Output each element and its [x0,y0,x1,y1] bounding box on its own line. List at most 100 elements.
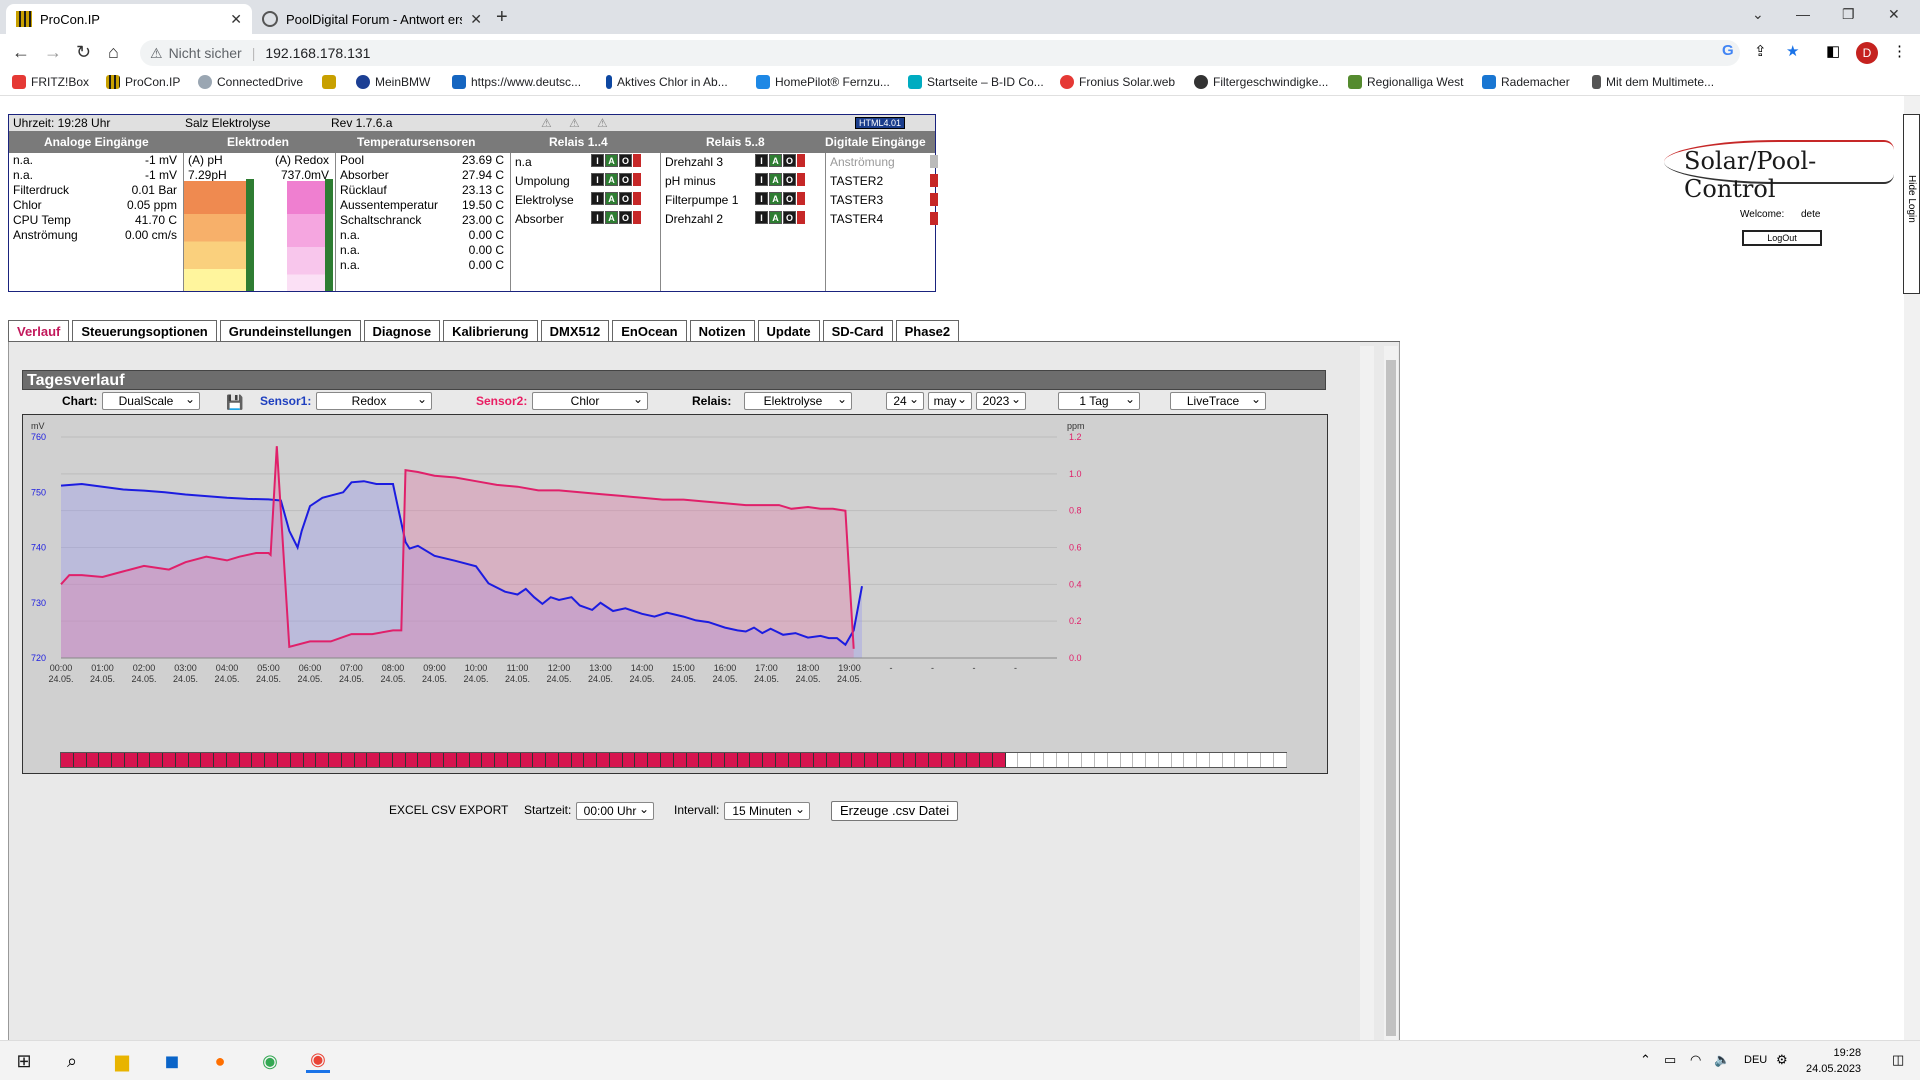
bookmark-item[interactable]: Aktives Chlor in Ab... [606,75,728,89]
url-bar[interactable]: ⚠ Nicht sicher | 192.168.178.131 [140,40,1740,66]
month-select[interactable]: may [928,391,972,410]
windows-start-icon[interactable]: ⊞ [12,1049,36,1073]
close-window-icon[interactable]: ✕ [1888,6,1900,23]
close-icon[interactable]: ✕ [470,11,482,28]
language-indicator[interactable]: DEU [1744,1054,1767,1066]
browser-tab-forum[interactable]: PoolDigital Forum - Antwort erst ✕ [252,4,492,34]
bookmark-item[interactable]: MeinBMW [356,75,430,89]
relay-off-button[interactable]: O [619,154,632,167]
content-scrollbar[interactable] [1384,346,1398,1040]
relay-on-button[interactable]: I [591,211,604,224]
create-csv-button[interactable]: Erzeuge .csv Datei [831,801,959,821]
back-icon[interactable]: ← [12,42,30,63]
relay-auto-button[interactable]: A [769,211,782,224]
chrome-active-icon[interactable]: ◉ [306,1049,330,1073]
relay-on-button[interactable]: I [591,154,604,167]
firefox-icon[interactable]: ● [208,1049,232,1073]
reload-icon[interactable]: ↻ [76,42,91,63]
tab-update[interactable]: Update [757,320,820,342]
bookmark-item[interactable]: https://www.deutsc... [452,75,581,89]
restore-icon[interactable]: ❐ [1842,6,1855,23]
forward-icon[interactable]: → [44,42,62,63]
tab-kalibrierung[interactable]: Kalibrierung [443,320,538,342]
bookmark-item[interactable]: Mit dem Multimete... [1592,75,1714,89]
tab-notizen[interactable]: Notizen [689,320,755,342]
day-select[interactable]: 24 [886,391,924,410]
tab-enocean[interactable]: EnOcean [612,320,687,342]
bookmark-item[interactable]: HomePilot® Fernzu... [756,75,890,89]
relay-iao-switch[interactable]: IAO [591,173,641,186]
relay-iao-switch[interactable]: IAO [755,173,805,186]
chart-type-select[interactable]: DualScale [102,391,200,410]
tab-verlauf[interactable]: Verlauf [8,320,70,342]
chevron-up-icon[interactable]: ⌃ [1640,1052,1651,1068]
relay-auto-button[interactable]: A [605,173,618,186]
relay-off-button[interactable]: O [619,192,632,205]
save-icon[interactable]: 💾 [226,394,243,411]
hide-login-tab[interactable]: Hide Login [1903,114,1920,294]
bookmark-item[interactable]: Rademacher [1482,75,1570,89]
relay-off-button[interactable]: O [783,173,796,186]
menu-icon[interactable]: ⋮ [1892,42,1907,60]
logout-button[interactable]: LogOut [1742,230,1822,246]
relay-auto-button[interactable]: A [605,154,618,167]
file-explorer-icon[interactable]: ▆ [110,1049,134,1073]
profile-avatar[interactable]: D [1856,42,1878,64]
minimize-icon[interactable]: — [1796,6,1810,22]
bookmark-item[interactable]: ConnectedDrive [198,75,303,89]
outlook-icon[interactable]: ◼ [160,1049,184,1073]
relay-on-button[interactable]: I [755,173,768,186]
relay-iao-switch[interactable]: IAO [591,211,641,224]
relay-auto-button[interactable]: A [605,211,618,224]
tab-phase2[interactable]: Phase2 [895,320,960,342]
trace-mode-select[interactable]: LiveTrace [1170,391,1266,410]
bookmark-item[interactable]: Fronius Solar.web [1060,75,1175,89]
relay-on-button[interactable]: I [755,154,768,167]
sensor1-select[interactable]: Redox [316,391,432,410]
relay-on-button[interactable]: I [755,211,768,224]
tab-diagnose[interactable]: Diagnose [363,320,441,342]
relay-off-button[interactable]: O [619,211,632,224]
speaker-icon[interactable]: 🔈 [1714,1052,1730,1068]
chrome-icon[interactable]: ◉ [258,1049,282,1073]
relay-on-button[interactable]: I [755,192,768,205]
bookmark-item[interactable]: ProCon.IP [106,75,180,89]
battery-icon[interactable]: ▭ [1664,1052,1676,1068]
browser-tab-procon[interactable]: ProCon.IP ✕ [6,4,252,34]
scrollbar-thumb[interactable] [1386,360,1396,1036]
relay-on-button[interactable]: I [591,192,604,205]
relay-auto-button[interactable]: A [769,154,782,167]
relay-auto-button[interactable]: A [769,192,782,205]
relay-iao-switch[interactable]: IAO [591,192,641,205]
frame-scrollbar[interactable] [1360,346,1374,1040]
share-icon[interactable]: ⇪ [1754,42,1767,60]
wifi-icon[interactable]: ◠ [1690,1052,1701,1068]
google-icon[interactable]: G [1722,42,1734,59]
relais-select[interactable]: Elektrolyse [744,391,852,410]
relay-iao-switch[interactable]: IAO [755,211,805,224]
relay-off-button[interactable]: O [783,211,796,224]
clock[interactable]: 19:28 24.05.2023 [1806,1045,1861,1077]
home-icon[interactable]: ⌂ [108,42,119,63]
settings-icon[interactable]: ⚙ [1776,1052,1788,1068]
new-tab-icon[interactable]: + [496,6,508,29]
relay-auto-button[interactable]: A [605,192,618,205]
tab-sd-card[interactable]: SD-Card [822,320,893,342]
csv-start-select[interactable]: 00:00 Uhr [576,801,654,820]
bookmark-star-icon[interactable]: ★ [1786,42,1799,60]
relay-iao-switch[interactable]: IAO [755,154,805,167]
range-select[interactable]: 1 Tag [1058,391,1140,410]
tab-dmx512[interactable]: DMX512 [540,320,610,342]
bookmark-item[interactable]: FRITZ!Box [12,75,89,89]
csv-interval-select[interactable]: 15 Minuten [724,801,810,820]
sidepanel-icon[interactable]: ◧ [1826,42,1840,60]
relay-off-button[interactable]: O [619,173,632,186]
close-icon[interactable]: ✕ [230,11,242,28]
bookmark-item[interactable]: Regionalliga West [1348,75,1464,89]
notification-icon[interactable]: ◫ [1892,1052,1904,1068]
tab-search-icon[interactable]: ⌄ [1752,6,1764,23]
bookmark-item[interactable] [322,75,336,89]
search-icon[interactable]: ⌕ [60,1049,84,1073]
relay-iao-switch[interactable]: IAO [591,154,641,167]
sensor2-select[interactable]: Chlor [532,391,648,410]
